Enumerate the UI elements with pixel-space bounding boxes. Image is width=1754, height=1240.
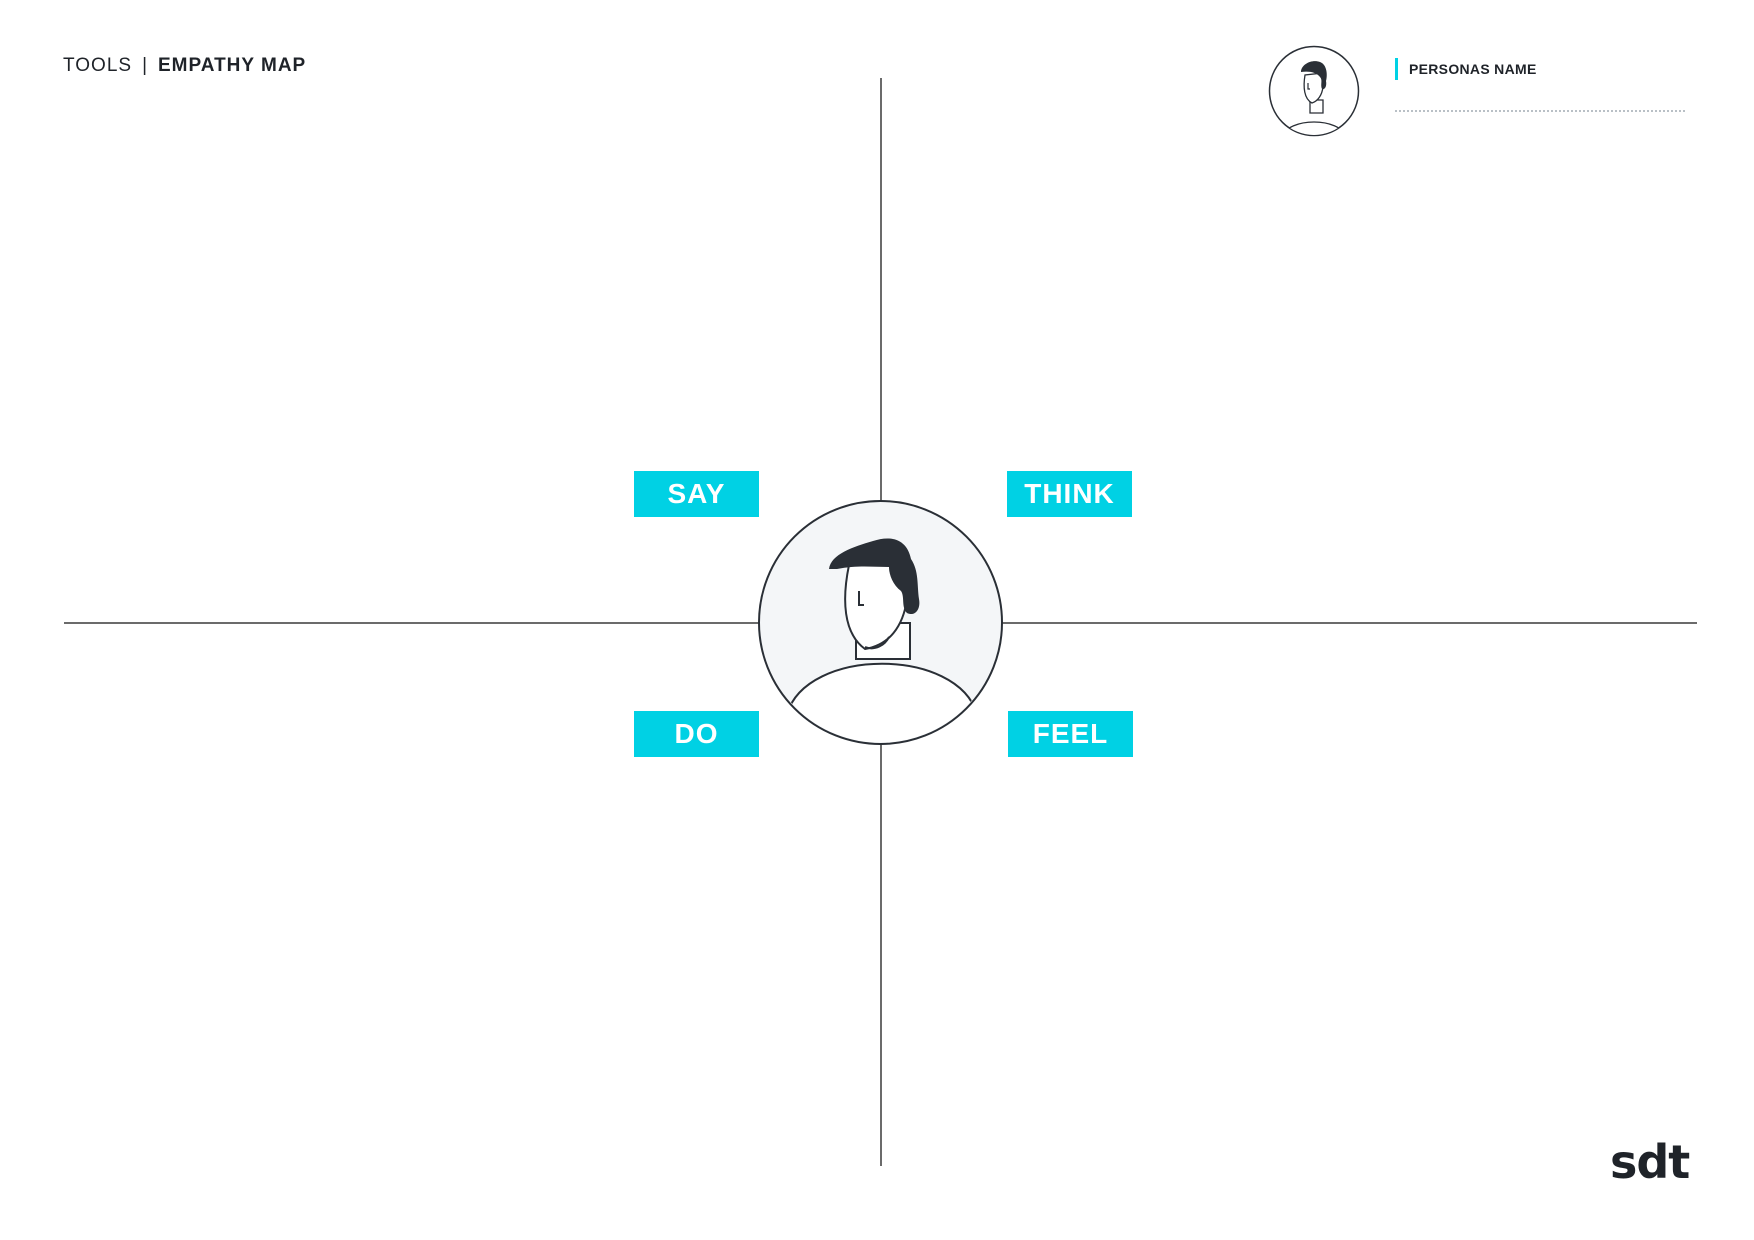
quadrant-label-do: DO (634, 711, 759, 757)
page-title: EMPATHY MAP (158, 55, 307, 76)
persona-name-field[interactable] (1395, 110, 1685, 112)
breadcrumb-section: TOOLS (63, 55, 133, 76)
persona-label: PERSONAS NAME (1395, 58, 1690, 80)
persona-accent-bar (1395, 58, 1398, 80)
quadrant-label-think: THINK (1007, 471, 1132, 517)
breadcrumb-separator: | (142, 55, 148, 76)
brand-logo: sdt (1610, 1135, 1690, 1189)
persona-info: PERSONAS NAME (1395, 58, 1690, 112)
quadrant-label-feel: FEEL (1008, 711, 1133, 757)
quadrant-label-say: SAY (634, 471, 759, 517)
persona-name-label: PERSONAS NAME (1409, 61, 1537, 77)
persona-avatar-icon (1268, 45, 1360, 137)
center-avatar-icon (758, 500, 1003, 745)
page-header: TOOLS | EMPATHY MAP (63, 55, 306, 77)
